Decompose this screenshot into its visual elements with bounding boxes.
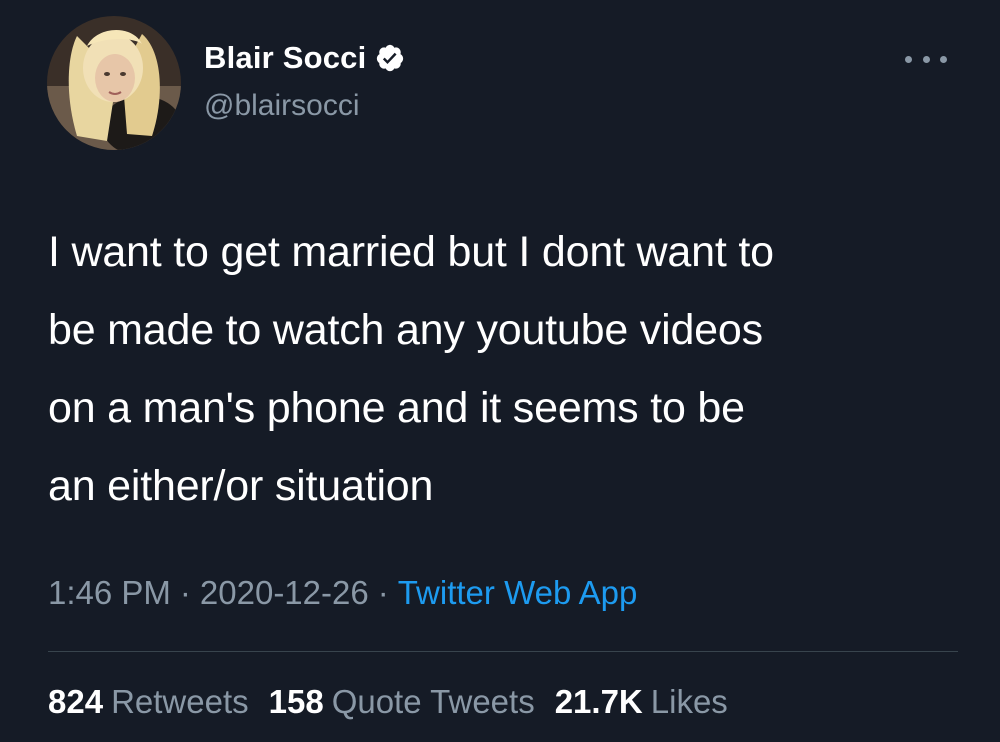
likes-stat[interactable]: 21.7K Likes [555, 683, 728, 720]
tweet-text: I want to get married but I dont want to… [48, 213, 968, 525]
tweet-source-link[interactable]: Twitter Web App [398, 574, 638, 611]
ellipsis-icon [940, 55, 947, 63]
tweet-card: Blair Socci @blairsocci I want to get ma… [0, 0, 1000, 742]
likes-count: 21.7K [554, 683, 643, 720]
author-handle[interactable]: @blairsocci [204, 89, 360, 123]
quote-tweets-label: Quote Tweets [331, 683, 535, 720]
quote-tweets-stat[interactable]: 158 Quote Tweets [269, 683, 535, 720]
likes-label: Likes [650, 683, 728, 720]
separator: · [377, 574, 389, 611]
tweet-date[interactable]: 2020-12-26 [200, 574, 369, 611]
divider [48, 651, 958, 652]
separator: · [179, 574, 191, 611]
ellipsis-icon [922, 55, 930, 63]
retweets-stat[interactable]: 824 Retweets [48, 683, 249, 720]
avatar[interactable] [47, 16, 181, 150]
profile-photo-icon [47, 16, 181, 150]
quote-tweets-count: 158 [268, 683, 324, 720]
tweet-text-line: be made to watch any youtube videos [48, 306, 763, 354]
tweet-text-line: on a man's phone and it seems to be [48, 384, 745, 432]
tweet-text-line: I want to get married but I dont want to [48, 228, 774, 276]
retweets-label: Retweets [111, 683, 249, 720]
display-name[interactable]: Blair Socci [204, 40, 366, 76]
tweet-text-line: an either/or situation [48, 462, 434, 510]
author-name-row[interactable]: Blair Socci [204, 40, 405, 76]
engagement-stats: 824 Retweets 158 Quote Tweets 21.7K Likes [48, 683, 748, 721]
verified-badge-icon [377, 44, 404, 72]
retweets-count: 824 [48, 683, 104, 720]
tweet-metadata: 1:46 PM · 2020-12-26 · Twitter Web App [48, 574, 637, 612]
ellipsis-icon [905, 55, 912, 63]
more-options-button[interactable] [905, 44, 947, 74]
tweet-time[interactable]: 1:46 PM [48, 574, 171, 611]
